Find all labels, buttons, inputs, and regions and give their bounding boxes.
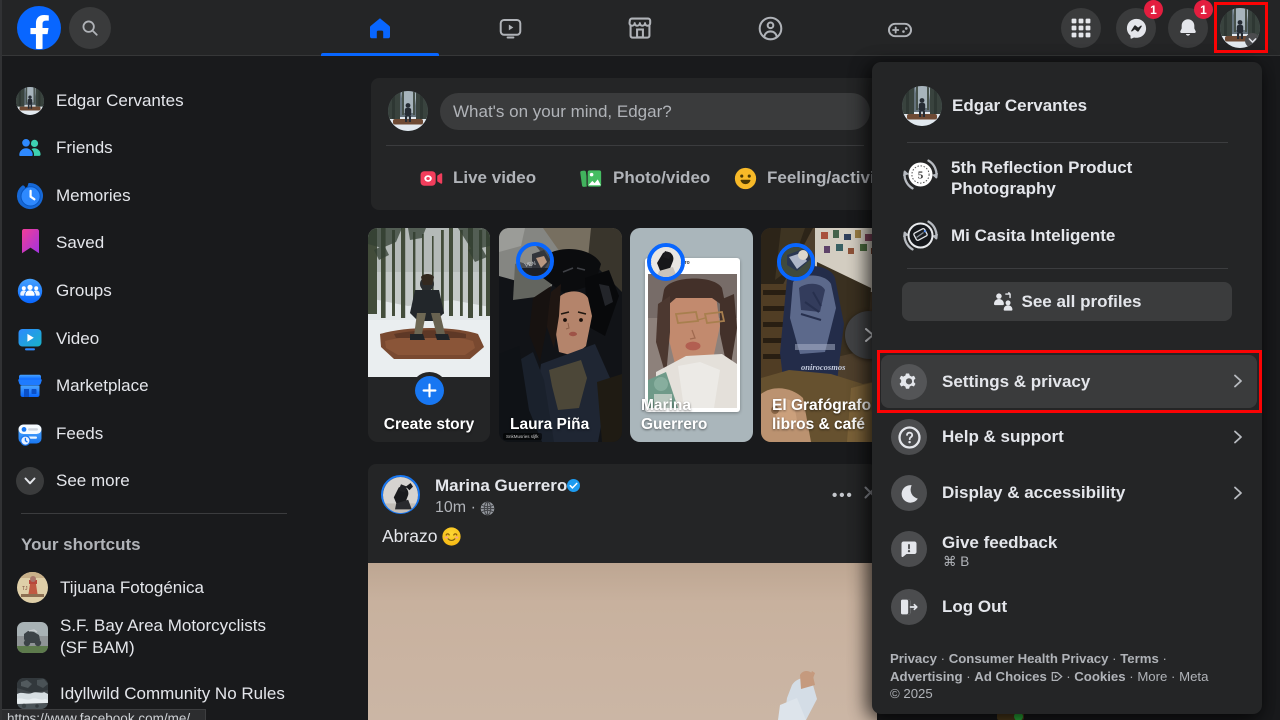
svg-text:TJ: TJ <box>22 586 28 592</box>
svg-text:onirocosmos: onirocosmos <box>801 362 846 372</box>
svg-text:5: 5 <box>918 170 924 182</box>
